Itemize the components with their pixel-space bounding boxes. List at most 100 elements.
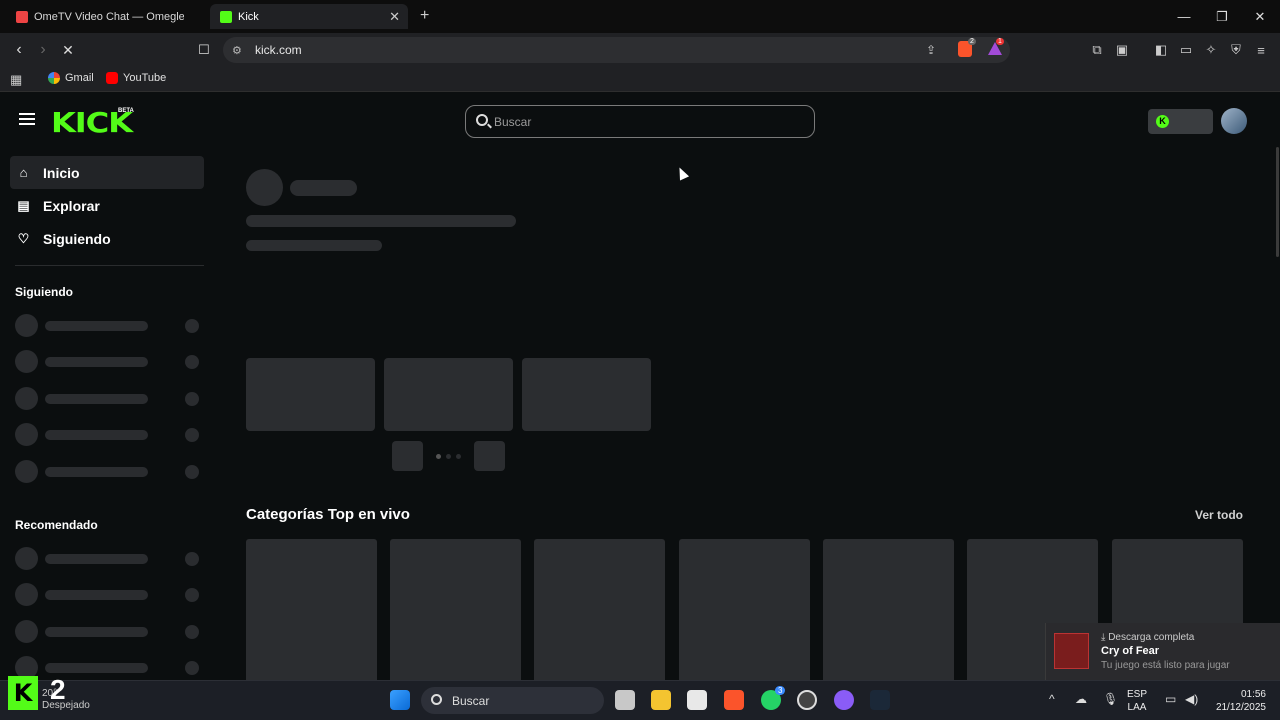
category-card[interactable] — [390, 539, 521, 680]
carousel-dot[interactable] — [446, 454, 451, 459]
top-categories-title: Categorías Top en vivo — [246, 506, 410, 523]
search-icon — [431, 694, 442, 705]
weather-temp: 20° — [42, 688, 58, 699]
close-tab-icon[interactable]: ✕ — [389, 9, 400, 25]
category-card[interactable] — [823, 539, 954, 680]
sidebar-item-label: Inicio — [43, 164, 80, 181]
maximize-icon[interactable]: ❐ — [1203, 0, 1241, 33]
list-item — [15, 460, 200, 483]
bookmark-gmail[interactable]: Gmail — [48, 72, 94, 84]
microphone-icon[interactable]: 🎙 — [1103, 692, 1118, 706]
back-icon[interactable]: ‹ — [9, 40, 29, 60]
language-indicator[interactable]: ESP LAA — [1127, 688, 1147, 714]
cloud-icon[interactable]: ☁ — [1075, 692, 1087, 706]
carousel-prev-button[interactable] — [392, 441, 423, 471]
brave-browser-icon[interactable] — [724, 690, 744, 710]
wallet-icon[interactable]: ▭ — [1178, 42, 1194, 58]
lang-top: ESP — [1127, 689, 1148, 700]
game-cover-icon — [1054, 633, 1089, 669]
store-icon[interactable] — [687, 690, 707, 710]
task-view-icon[interactable] — [615, 690, 635, 710]
rewards-badge: 1 — [996, 38, 1004, 45]
network-icon[interactable]: ▭ — [1165, 692, 1176, 706]
volume-icon[interactable]: ◀) — [1185, 692, 1198, 706]
download-notification[interactable]: ⤓ Descarga completa Cry of Fear Tu juego… — [1045, 623, 1280, 680]
carousel-dot[interactable] — [436, 454, 441, 459]
category-card[interactable] — [679, 539, 810, 680]
skeleton-carousel-card — [384, 358, 513, 431]
sidebar-item-explorar[interactable]: ▤ Explorar — [10, 189, 204, 222]
tab-title: OmeTV Video Chat — Omegle R — [34, 10, 184, 23]
list-item — [15, 314, 200, 337]
sidebar-divider — [15, 265, 204, 266]
weather-text[interactable]: Despejado — [42, 700, 90, 711]
forward-icon[interactable]: › — [33, 40, 53, 60]
bookmark-icon[interactable]: ☐ — [194, 40, 214, 60]
ometv-favicon-icon — [16, 10, 28, 23]
kick-currency-button[interactable]: K — [1148, 109, 1213, 134]
chat-app-icon[interactable] — [834, 690, 854, 710]
following-header: Siguiendo — [15, 285, 73, 299]
url-text: kick.com — [255, 43, 302, 57]
taskbar-search-input[interactable]: Buscar — [421, 687, 604, 714]
share-icon[interactable]: ⇪ — [926, 43, 936, 57]
see-all-link[interactable]: Ver todo — [1195, 508, 1243, 522]
kick-page: KICK BETA Buscar K ⌂ Inicio ▤ Explorar ♡… — [0, 93, 1280, 680]
bookmarks-bar — [0, 67, 1280, 92]
sidebar-item-inicio[interactable]: ⌂ Inicio — [10, 156, 204, 189]
tab-kick[interactable]: Kick ✕ — [210, 4, 408, 29]
steam-alt-icon[interactable] — [797, 690, 817, 710]
beta-label: BETA — [118, 108, 134, 114]
carousel-dot[interactable] — [456, 454, 461, 459]
vpn-icon[interactable]: ⛨ — [1228, 42, 1244, 58]
list-item — [15, 423, 200, 446]
clock[interactable]: 01:56 21/12/2025 — [1210, 688, 1266, 714]
file-explorer-icon[interactable] — [651, 690, 671, 710]
page-scrollbar[interactable] — [1276, 147, 1279, 257]
new-tab-button[interactable]: + — [420, 7, 429, 25]
list-item — [15, 547, 200, 570]
category-card[interactable] — [246, 539, 377, 680]
time: 01:56 — [1240, 689, 1266, 700]
sidebar-item-label: Explorar — [43, 197, 100, 214]
kick-favicon-icon — [220, 10, 232, 23]
kick-coin-icon: K — [1156, 115, 1169, 128]
notification-body: Tu juego está listo para jugar — [1101, 660, 1230, 671]
tray-expand-icon[interactable]: ^ — [1049, 692, 1055, 706]
reader-icon[interactable]: ▣ — [1114, 42, 1130, 58]
kick-widget-icon[interactable]: K — [8, 676, 38, 710]
stop-loading-icon[interactable]: ✕ — [58, 40, 78, 60]
site-search-input[interactable]: Buscar — [465, 105, 815, 138]
close-window-icon[interactable]: ✕ — [1241, 0, 1279, 33]
bookmark-label: YouTube — [123, 72, 167, 84]
explore-icon: ▤ — [17, 197, 30, 213]
lang-bottom: LAA — [1127, 702, 1147, 713]
category-card[interactable] — [534, 539, 665, 680]
menu-icon[interactable]: ≡ — [1253, 42, 1269, 58]
skeleton-line — [246, 240, 382, 251]
heart-icon: ♡ — [17, 230, 30, 246]
hamburger-menu-icon[interactable] — [19, 113, 35, 125]
tab-ometv[interactable]: OmeTV Video Chat — Omegle R — [6, 4, 202, 29]
extensions-icon[interactable]: ⧉ — [1089, 42, 1105, 58]
skeleton-carousel-card — [522, 358, 651, 431]
search-placeholder: Buscar — [494, 114, 532, 129]
google-icon — [48, 72, 60, 84]
tab-title: Kick — [238, 10, 259, 23]
apps-grid-icon[interactable]: ▦ — [10, 72, 22, 88]
minimize-icon[interactable]: — — [1165, 0, 1203, 33]
steam-icon[interactable] — [870, 690, 890, 710]
notification-title: Cry of Fear — [1101, 645, 1160, 657]
site-settings-icon[interactable]: ⚙ — [232, 44, 242, 57]
sidebar-item-siguiendo[interactable]: ♡ Siguiendo — [10, 222, 204, 255]
list-item — [15, 350, 200, 373]
avatar[interactable] — [1221, 108, 1247, 134]
address-bar[interactable]: ⚙ kick.com ⇪ 2 1 — [223, 37, 1010, 63]
carousel-next-button[interactable] — [474, 441, 505, 471]
taskbar-search-placeholder: Buscar — [452, 693, 490, 708]
skeleton-avatar — [246, 169, 283, 206]
windows-start-icon[interactable] — [390, 690, 410, 710]
bookmark-youtube[interactable]: YouTube — [106, 72, 166, 84]
sidebar-icon[interactable]: ◧ — [1153, 42, 1169, 58]
leo-ai-icon[interactable]: ✧ — [1203, 42, 1219, 58]
